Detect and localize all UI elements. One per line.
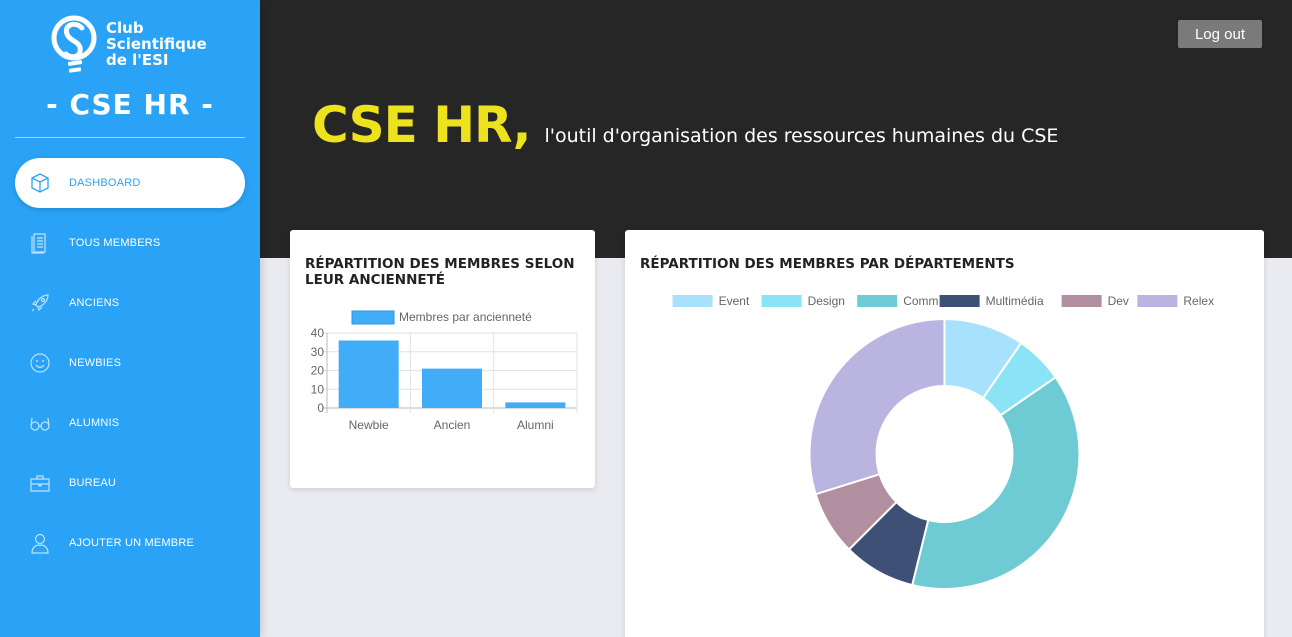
legend-swatch [1137, 295, 1178, 307]
legend-label: Design [808, 294, 845, 308]
sidebar-item-newbies[interactable]: NEWBIES [15, 338, 245, 388]
departments-card: RÉPARTITION DES MEMBRES PAR DÉPARTEMENTS… [625, 230, 1264, 637]
glasses-icon [29, 412, 51, 434]
donut-legend: Event Design Comm Multimédia Dev Relex [672, 294, 1214, 308]
legend-swatch [857, 295, 898, 307]
lightbulb-logo-icon [51, 15, 97, 73]
bar-ancien[interactable] [422, 368, 482, 408]
x-tick-label: Newbie [349, 418, 389, 432]
page-header: Log out CSE HR, l'outil d'organisation d… [260, 0, 1292, 258]
x-tick-label: Alumni [517, 418, 554, 432]
legend-label: Dev [1108, 294, 1129, 308]
legend-label: Event [719, 294, 750, 308]
y-tick-label: 30 [311, 345, 325, 359]
bar-alumni[interactable] [505, 402, 566, 408]
y-tick-label: 0 [317, 401, 324, 415]
sidebar-item-anciens[interactable]: ANCIENS [15, 278, 245, 328]
sidebar-item-label: ALUMNIS [69, 417, 120, 429]
slice-relex[interactable] [808, 317, 946, 496]
legend-item-multimédia[interactable]: Multimédia [939, 294, 1044, 308]
x-tick-label: Ancien [434, 418, 471, 432]
sidebar-item-label: TOUS MEMBERS [69, 237, 161, 249]
box-icon [29, 172, 51, 194]
app-brand: - CSE HR - [46, 88, 214, 121]
sidebar-item-ajouter-un-membre[interactable]: AJOUTER UN MEMBRE [15, 518, 245, 568]
legend-item-comm[interactable]: Comm [857, 294, 939, 308]
legend-label: Membres par ancienneté [399, 310, 532, 324]
club-logo[interactable]: Club Scientifique de l'ESI [50, 14, 220, 78]
y-tick-label: 10 [311, 382, 325, 396]
seniority-card: RÉPARTITION DES MEMBRES SELON LEUR ANCIE… [290, 230, 595, 488]
legend-item-dev[interactable]: Dev [1061, 294, 1129, 308]
y-tick-label: 40 [311, 326, 325, 340]
smiley-icon [29, 352, 51, 374]
legend-swatch [939, 295, 980, 307]
document-list-icon [29, 232, 51, 254]
user-icon [29, 532, 51, 554]
legend-swatch [351, 310, 395, 325]
sidebar-item-alumnis[interactable]: ALUMNIS [15, 398, 245, 448]
page-subtitle: l'outil d'organisation des ressources hu… [544, 125, 1059, 147]
departments-donut-chart: Event Design Comm Multimédia Dev Relex [672, 294, 1214, 590]
legend-swatch [672, 295, 713, 307]
legend-item-event[interactable]: Event [672, 294, 750, 308]
legend-swatch [1061, 295, 1102, 307]
seniority-bar-chart: Membres par ancienneté 0 10 20 30 40 Newbie Anc… [311, 310, 578, 432]
sidebar-divider [15, 137, 245, 138]
sidebar-item-bureau[interactable]: BUREAU [15, 458, 245, 508]
sidebar-item-label: NEWBIES [69, 357, 122, 369]
legend-label: Relex [1183, 294, 1214, 308]
sidebar-item-label: ANCIENS [69, 297, 120, 309]
legend-item-design[interactable]: Design [761, 294, 845, 308]
sidebar: Club Scientifique de l'ESI - CSE HR - DA… [0, 0, 260, 637]
legend-swatch [761, 295, 802, 307]
legend-item-relex[interactable]: Relex [1137, 294, 1214, 308]
bar-newbie[interactable] [338, 340, 399, 409]
hero: CSE HR, l'outil d'organisation des resso… [312, 96, 1058, 154]
page-title: CSE HR, [312, 96, 531, 154]
logo-text: Club Scientifique de l'ESI [106, 19, 207, 69]
sidebar-item-label: AJOUTER UN MEMBRE [69, 537, 195, 549]
sidebar-nav: DASHBOARD TOUS MEMBERS ANCIENS NEWBIES A… [15, 158, 245, 578]
y-tick-label: 20 [311, 364, 325, 378]
rocket-icon [29, 292, 51, 314]
legend-label: Multimédia [986, 294, 1044, 308]
sidebar-item-tous-members[interactable]: TOUS MEMBERS [15, 218, 245, 268]
sidebar-item-dashboard[interactable]: DASHBOARD [15, 158, 245, 208]
legend-label: Comm [903, 294, 938, 308]
bar-legend: Membres par ancienneté [351, 310, 532, 325]
logout-button[interactable]: Log out [1178, 20, 1262, 48]
sidebar-item-label: DASHBOARD [69, 177, 141, 189]
briefcase-icon [29, 472, 51, 494]
sidebar-item-label: BUREAU [69, 477, 117, 489]
